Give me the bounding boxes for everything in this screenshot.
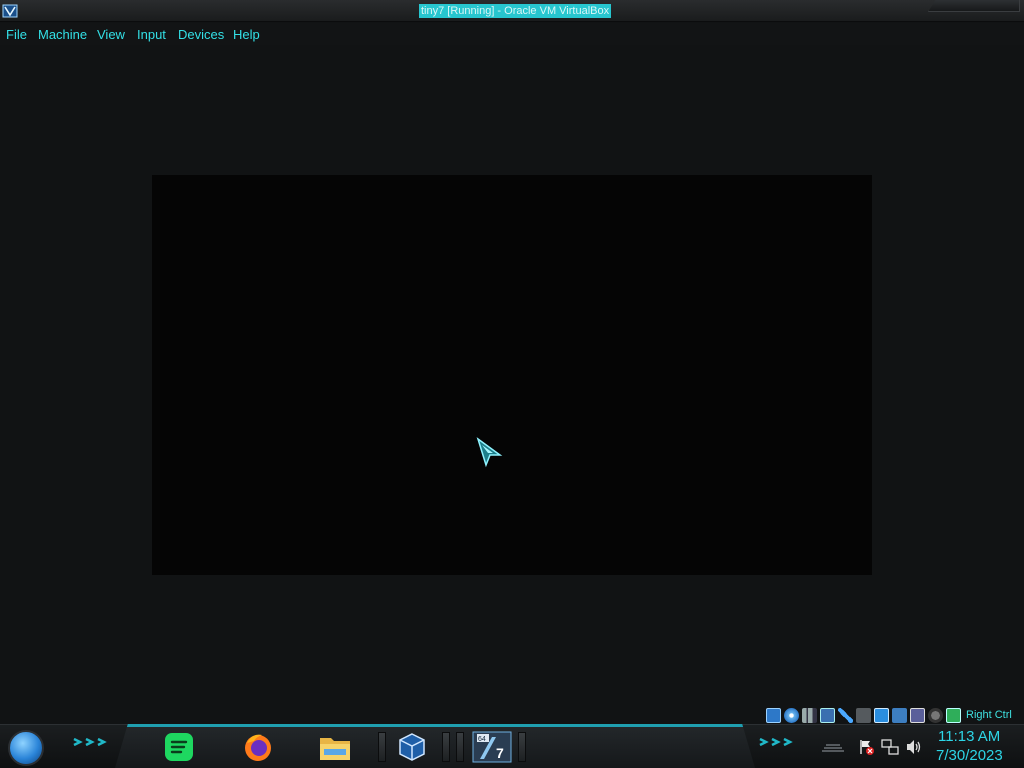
spotify-icon[interactable] bbox=[161, 729, 197, 765]
video-capture-icon[interactable] bbox=[892, 707, 907, 723]
chevron-right-icon bbox=[759, 738, 793, 746]
title-bar[interactable]: tiny7 [Running] - Oracle VM VirtualBox bbox=[0, 0, 1024, 22]
menu-view[interactable]: View bbox=[97, 27, 125, 42]
shared-folders-icon[interactable] bbox=[856, 707, 871, 723]
network-icon[interactable] bbox=[820, 707, 835, 723]
action-center-flag-icon[interactable] bbox=[858, 739, 874, 755]
vm-number: 7 bbox=[496, 745, 504, 761]
virtualbox-icon[interactable] bbox=[394, 729, 430, 765]
taskbar-separator bbox=[378, 732, 386, 762]
window-controls[interactable] bbox=[928, 0, 1020, 12]
firefox-icon[interactable] bbox=[240, 729, 276, 765]
volume-icon[interactable] bbox=[905, 738, 923, 756]
menu-devices[interactable]: Devices bbox=[178, 27, 224, 42]
clock-date[interactable]: 7/30/2023 bbox=[936, 747, 1003, 764]
keyboard-capture-icon[interactable] bbox=[946, 707, 961, 723]
menu-bar: File Machine View Input Devices Help bbox=[0, 23, 1024, 45]
menu-input[interactable]: Input bbox=[137, 27, 166, 42]
file-explorer-icon[interactable] bbox=[317, 729, 353, 765]
mouse-cursor-icon bbox=[476, 437, 503, 468]
taskbar-separator bbox=[518, 732, 526, 762]
hard-disk-icon[interactable] bbox=[766, 707, 781, 723]
host-key-label: Right Ctrl bbox=[966, 709, 1012, 721]
taskbar-separator bbox=[456, 732, 464, 762]
menu-machine[interactable]: Machine bbox=[38, 27, 87, 42]
audio-icon[interactable] bbox=[802, 707, 817, 723]
vm-guest-screen[interactable] bbox=[152, 175, 872, 575]
chevron-left-icon bbox=[73, 738, 107, 746]
vbox-status-bar: Right Ctrl bbox=[766, 706, 1024, 724]
usb-icon[interactable] bbox=[838, 707, 853, 723]
start-button[interactable] bbox=[8, 730, 44, 766]
vm-badge-64: 64 bbox=[478, 736, 486, 743]
network-tray-icon[interactable] bbox=[881, 738, 899, 756]
optical-drive-icon[interactable] bbox=[784, 707, 799, 723]
window-title: tiny7 [Running] - Oracle VM VirtualBox bbox=[419, 4, 612, 18]
display-icon[interactable] bbox=[874, 707, 889, 723]
show-hidden-icons-icon[interactable] bbox=[820, 741, 846, 753]
menu-help[interactable]: Help bbox=[233, 27, 260, 42]
windows7-vm-icon[interactable]: 64 7 bbox=[470, 729, 514, 765]
menu-file[interactable]: File bbox=[6, 27, 27, 42]
taskbar-band bbox=[115, 724, 755, 768]
clock-time[interactable]: 11:13 AM bbox=[938, 728, 1000, 745]
mouse-integration-icon[interactable] bbox=[928, 707, 943, 723]
virtualbox-app-icon[interactable] bbox=[2, 3, 18, 19]
taskbar-separator bbox=[442, 732, 450, 762]
cpu-virtualization-icon[interactable] bbox=[910, 707, 925, 723]
